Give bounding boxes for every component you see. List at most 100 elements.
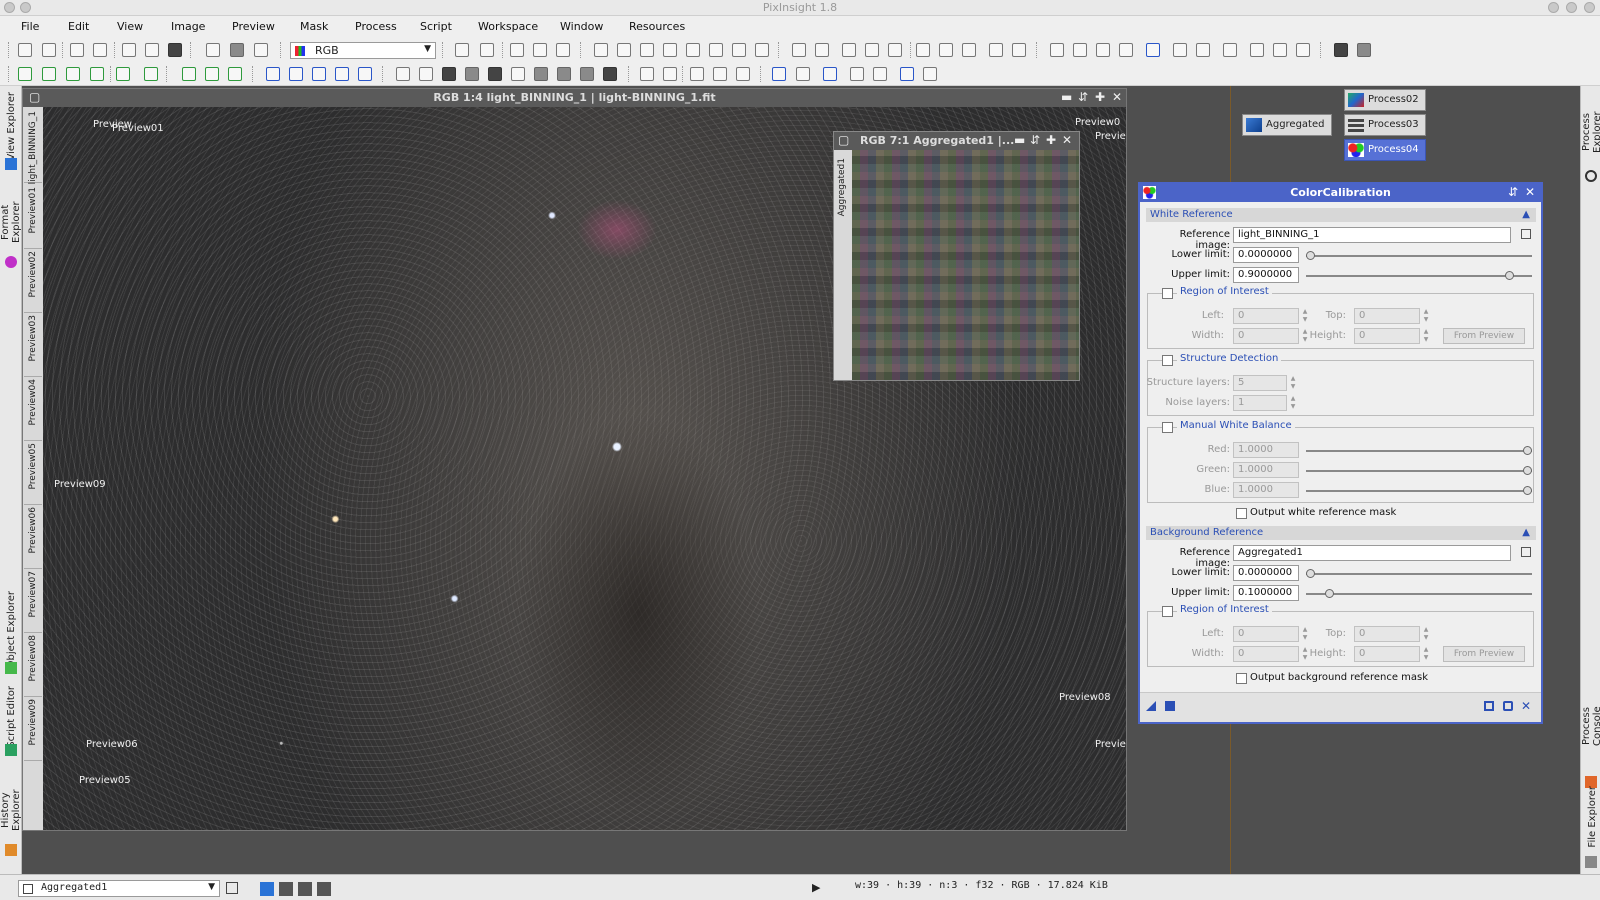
stf-reset-icon[interactable]: [42, 67, 56, 81]
slider-handle[interactable]: [1523, 446, 1532, 455]
zoom-out-icon[interactable]: [815, 43, 829, 57]
process-icons-icon[interactable]: [1119, 43, 1133, 57]
white-upper-limit-field[interactable]: 0.9000000: [1233, 267, 1299, 283]
fit-view-icon[interactable]: [939, 43, 953, 57]
view-select[interactable]: Aggregated1 ▼: [18, 880, 220, 897]
tab-preview02[interactable]: Preview02: [24, 251, 42, 313]
select-icon[interactable]: [732, 43, 746, 57]
bg-upper-limit-field[interactable]: 0.1000000: [1233, 585, 1299, 601]
menu-script[interactable]: Script: [420, 20, 452, 33]
stf-link-icon[interactable]: [480, 43, 494, 57]
menu-preview[interactable]: Preview: [232, 20, 275, 33]
view-select-icon[interactable]: [1521, 547, 1531, 557]
fill-gray-icon[interactable]: [465, 67, 479, 81]
play-icon[interactable]: ▶: [812, 881, 820, 894]
menu-edit[interactable]: Edit: [68, 20, 89, 33]
mask-remove-icon[interactable]: [736, 67, 750, 81]
roi-width-field[interactable]: 0: [1233, 328, 1299, 344]
process-icon-process03[interactable]: Process03: [1344, 114, 1426, 136]
tab-preview06[interactable]: Preview06: [24, 507, 42, 569]
console-icon[interactable]: [1196, 43, 1210, 57]
spin-arrows-icon[interactable]: ▲ ▼: [1421, 308, 1431, 324]
tab-process-console[interactable]: Process Console: [1581, 686, 1600, 766]
white-lower-limit-field[interactable]: 0.0000000: [1233, 247, 1299, 263]
white-ref-image-field[interactable]: light_BINNING_1: [1233, 227, 1511, 243]
bg-upper-limit-slider[interactable]: [1306, 589, 1532, 598]
spin-arrows-icon[interactable]: ▲ ▼: [1288, 395, 1298, 411]
bg-ref-image-field[interactable]: Aggregated1: [1233, 545, 1511, 561]
white-upper-limit-slider[interactable]: [1306, 271, 1532, 280]
tab-main-view[interactable]: light_BINNING_1: [24, 111, 42, 184]
preview-label-01[interactable]: Preview01: [112, 123, 164, 134]
redo-icon[interactable]: [42, 43, 56, 57]
close-icon[interactable]: ✕: [1062, 133, 1072, 147]
clear-icon[interactable]: [419, 67, 433, 81]
screen-blue-icon[interactable]: [900, 67, 914, 81]
stf-boost-icon[interactable]: [116, 67, 130, 81]
fit-icon[interactable]: [617, 43, 631, 57]
new-image-icon[interactable]: [70, 43, 84, 57]
preview-label-06[interactable]: Preview06: [86, 739, 138, 750]
zoom-1-1-icon[interactable]: [842, 43, 856, 57]
roi-top-field[interactable]: 0: [1354, 626, 1420, 642]
spin-arrows-icon[interactable]: ▲ ▼: [1421, 328, 1431, 344]
pointer-icon[interactable]: [755, 43, 769, 57]
shade-icon[interactable]: ⇵: [1030, 133, 1040, 147]
collapse-icon[interactable]: ▲: [1522, 208, 1530, 222]
tab-preview08[interactable]: Preview08: [24, 635, 42, 697]
minimize-icon[interactable]: [1548, 2, 1559, 13]
image-window-titlebar[interactable]: ▢ RGB 1:4 light_BINNING_1 | light-BINNIN…: [23, 89, 1126, 107]
pm-execute-icon[interactable]: [182, 67, 196, 81]
screen-cancel-icon[interactable]: [796, 67, 810, 81]
tab-file-explorer[interactable]: File Explorer: [1581, 786, 1600, 854]
tab-format-explorer[interactable]: Format Explorer: [0, 182, 22, 262]
menu-view[interactable]: View: [117, 20, 143, 33]
histogram-icon[interactable]: [1273, 43, 1287, 57]
roi-left-field[interactable]: 0: [1233, 308, 1299, 324]
mwb-checkbox[interactable]: [1162, 422, 1173, 433]
minimize-icon[interactable]: ▬: [1014, 133, 1025, 147]
mask-select-icon[interactable]: [713, 67, 727, 81]
rotate-right-icon[interactable]: [289, 67, 303, 81]
sample-icon[interactable]: [1223, 43, 1237, 57]
maximize-icon[interactable]: ✚: [1095, 90, 1105, 104]
process-icon[interactable]: [1096, 43, 1110, 57]
menu-process[interactable]: Process: [355, 20, 397, 33]
maximize-icon[interactable]: [1566, 2, 1577, 13]
undo-icon[interactable]: [18, 43, 32, 57]
aggregated-canvas[interactable]: [852, 150, 1079, 380]
bg-lower-limit-slider[interactable]: [1306, 569, 1532, 578]
screen-mode-3-icon[interactable]: [298, 882, 312, 896]
shade-icon[interactable]: ⇵: [1508, 185, 1518, 199]
menu-workspace[interactable]: Workspace: [478, 20, 538, 33]
open-icon[interactable]: [122, 43, 136, 57]
screen-red2-icon[interactable]: [873, 67, 887, 81]
red-field[interactable]: 1.0000: [1233, 442, 1299, 458]
zoom-in-icon[interactable]: [792, 43, 806, 57]
collapse-icon[interactable]: ▲: [1522, 526, 1530, 540]
preview-label-08[interactable]: Preview08: [1059, 692, 1111, 703]
tab-preview07[interactable]: Preview07: [24, 571, 42, 633]
minimize-icon[interactable]: ▬: [1061, 90, 1072, 104]
duplicate-icon[interactable]: [93, 43, 107, 57]
process-icon-aggregated[interactable]: Aggregated: [1242, 114, 1332, 136]
pm-instance-icon[interactable]: [228, 67, 242, 81]
channel-select[interactable]: RGB ▼: [290, 42, 436, 59]
from-preview-button[interactable]: From Preview: [1443, 328, 1525, 344]
stf-link-channels-icon[interactable]: [66, 67, 80, 81]
section-background-reference[interactable]: Background Reference ▲: [1146, 526, 1536, 540]
tab-process-explorer[interactable]: Process Explorer: [1581, 92, 1600, 172]
preview-label-05[interactable]: Preview05: [79, 775, 131, 786]
spin-arrows-icon[interactable]: ▲ ▼: [1288, 375, 1298, 391]
window-icon[interactable]: [962, 43, 976, 57]
new-instance-icon[interactable]: [1146, 701, 1156, 711]
fit-window-icon[interactable]: [916, 43, 930, 57]
slider-handle[interactable]: [1523, 466, 1532, 475]
explorer-icon[interactable]: [1146, 43, 1160, 57]
fill-black-icon[interactable]: [442, 67, 456, 81]
rotate-left-icon[interactable]: [266, 67, 280, 81]
background-dark-icon[interactable]: [1334, 43, 1348, 57]
preview-new-icon[interactable]: [510, 43, 524, 57]
screen-fit-icon[interactable]: [823, 67, 837, 81]
spin-arrows-icon[interactable]: ▲ ▼: [1421, 626, 1431, 642]
